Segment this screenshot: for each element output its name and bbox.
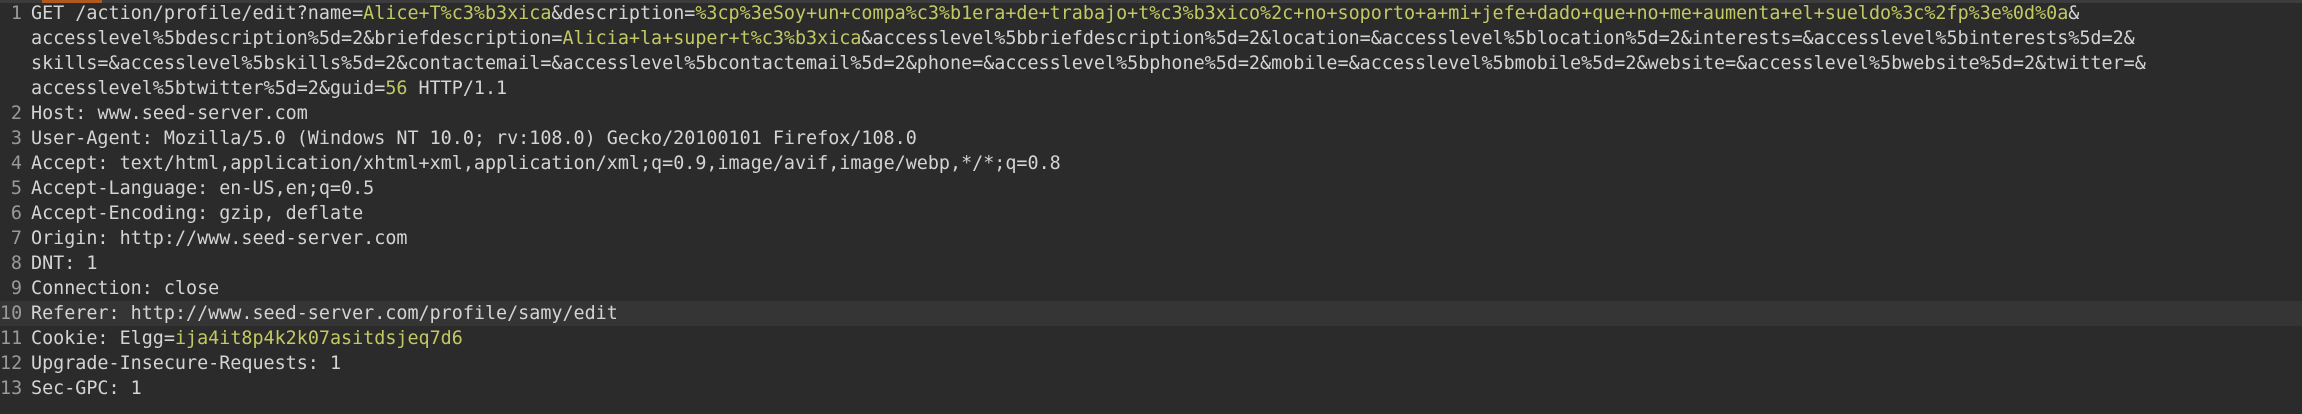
header-sec-gpc: Sec-GPC: 1 bbox=[31, 376, 2294, 401]
http-version: HTTP/1.1 bbox=[407, 78, 508, 99]
line-number: 9 bbox=[10, 278, 22, 299]
header-name: DNT: bbox=[31, 253, 76, 274]
line-number: 11 bbox=[0, 328, 23, 349]
param-value-guid: 56 bbox=[385, 78, 408, 99]
line-number: 6 bbox=[10, 203, 22, 224]
param-value-name: Alice+T%c3%b3xica bbox=[363, 3, 552, 24]
header-name: Referer: bbox=[31, 303, 120, 324]
header-name: Connection: bbox=[31, 278, 153, 299]
param-keys: &accesslevel%5bbriefdescription%5d=2&loc… bbox=[861, 28, 2135, 49]
header-referer: Referer: http://www.seed-server.com/prof… bbox=[31, 301, 2294, 326]
header-name: Upgrade-Insecure-Requests: bbox=[31, 353, 319, 374]
header-connection: Connection: close bbox=[31, 276, 2294, 301]
header-accept: Accept: text/html,application/xhtml+xml,… bbox=[31, 151, 2294, 176]
request-line-row-2: accesslevel%5bdescription%5d=2&briefdesc… bbox=[31, 26, 2294, 51]
line-number: 1 bbox=[10, 3, 22, 24]
header-value: gzip, deflate bbox=[208, 203, 364, 224]
line-number: 7 bbox=[10, 228, 22, 249]
header-name: Sec-GPC: bbox=[31, 378, 120, 399]
header-name: Host: bbox=[31, 103, 87, 124]
request-line-row-1: GET /action/profile/edit?name=Alice+T%c3… bbox=[31, 1, 2294, 26]
header-value: Mozilla/5.0 (Windows NT 10.0; rv:108.0) … bbox=[152, 128, 917, 149]
param-value-description: %3cp%3eSoy+un+compa%c3%b1era+de+trabajo+… bbox=[695, 3, 2069, 24]
header-value: 1 bbox=[75, 253, 98, 274]
line-number: 4 bbox=[10, 153, 22, 174]
param-keys: skills=&accesslevel%5bskills%5d=2&contac… bbox=[31, 53, 2146, 74]
line-number: 8 bbox=[10, 253, 22, 274]
header-value: www.seed-server.com bbox=[86, 103, 308, 124]
header-accept-language: Accept-Language: en-US,en;q=0.5 bbox=[31, 176, 2294, 201]
line-number: 10 bbox=[0, 303, 23, 324]
param-key-description: &description= bbox=[551, 3, 696, 24]
line-number: 5 bbox=[10, 178, 22, 199]
request-method-path: GET /action/profile/edit?name= bbox=[31, 3, 364, 24]
header-dnt: DNT: 1 bbox=[31, 251, 2294, 276]
header-name: Accept-Language: bbox=[31, 178, 209, 199]
param-keys: accesslevel%5btwitter%5d=2&guid= bbox=[31, 78, 386, 99]
header-user-agent: User-Agent: Mozilla/5.0 (Windows NT 10.0… bbox=[31, 126, 2294, 151]
header-value: Elgg= bbox=[108, 328, 175, 349]
header-name: Origin: bbox=[31, 228, 109, 249]
header-value: 1 bbox=[119, 378, 142, 399]
header-value: http://www.seed-server.com/profile/samy/… bbox=[119, 303, 618, 324]
http-request-editor[interactable]: 1 2 3 4 5 6 7 8 9 10 11 12 13 GET /actio… bbox=[0, 0, 2302, 414]
line-number: 2 bbox=[10, 103, 22, 124]
line-number: 3 bbox=[10, 128, 22, 149]
header-value: 1 bbox=[318, 353, 342, 374]
header-value: text/html,application/xhtml+xml,applicat… bbox=[108, 153, 1061, 174]
request-line-row-3: skills=&accesslevel%5bskills%5d=2&contac… bbox=[31, 51, 2294, 76]
line-number: 12 bbox=[0, 353, 23, 374]
header-accept-encoding: Accept-Encoding: gzip, deflate bbox=[31, 201, 2294, 226]
param-separator: & bbox=[2068, 3, 2080, 24]
header-name: Accept: bbox=[31, 153, 109, 174]
header-host: Host: www.seed-server.com bbox=[31, 101, 2294, 126]
line-number: 13 bbox=[0, 378, 23, 399]
header-name: User-Agent: bbox=[31, 128, 153, 149]
header-cookie: Cookie: Elgg=ija4it8p4k2k07asitdsjeq7d6 bbox=[31, 326, 2294, 351]
header-upgrade-insecure-requests: Upgrade-Insecure-Requests: 1 bbox=[31, 351, 2294, 376]
request-line-row-4: accesslevel%5btwitter%5d=2&guid=56 HTTP/… bbox=[31, 76, 2294, 101]
param-value-briefdescription: Alicia+la+super+t%c3%b3xica bbox=[562, 28, 862, 49]
header-value: http://www.seed-server.com bbox=[108, 228, 408, 249]
cookie-value: ija4it8p4k2k07asitdsjeq7d6 bbox=[174, 328, 463, 349]
header-origin: Origin: http://www.seed-server.com bbox=[31, 226, 2294, 251]
header-value: en-US,en;q=0.5 bbox=[208, 178, 375, 199]
param-keys: accesslevel%5bdescription%5d=2&briefdesc… bbox=[31, 28, 563, 49]
header-value: close bbox=[152, 278, 220, 299]
header-name: Cookie: bbox=[31, 328, 109, 349]
header-name: Accept-Encoding: bbox=[31, 203, 209, 224]
